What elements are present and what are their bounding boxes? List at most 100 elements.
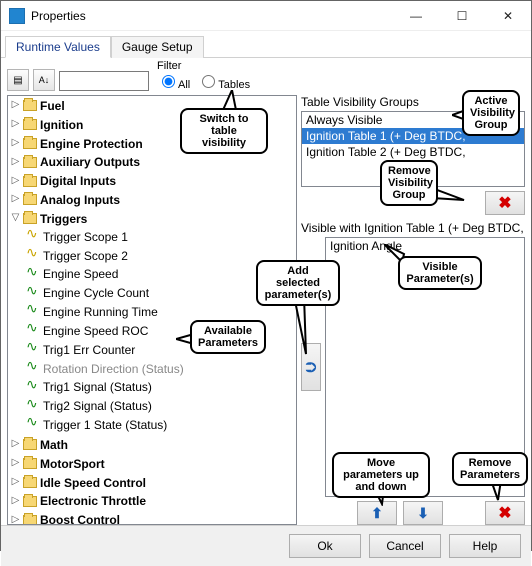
- filter-all-radio[interactable]: [162, 75, 175, 88]
- tree-fuel[interactable]: Fuel: [10, 96, 296, 115]
- tree-aux-outputs[interactable]: Auxiliary Outputs: [10, 152, 296, 171]
- toolbar: ▤ A↓ Filter All Tables: [1, 58, 531, 93]
- visibility-groups-label: Table Visibility Groups: [301, 95, 525, 109]
- tree-trigger-scope-1[interactable]: Trigger Scope 1: [26, 227, 296, 246]
- categorize-icon: ▤: [13, 75, 22, 86]
- tree-trig1-signal[interactable]: Trig1 Signal (Status): [26, 377, 296, 396]
- right-column: Table Visibility Groups Always Visible I…: [301, 95, 525, 525]
- maximize-button[interactable]: ☐: [439, 1, 485, 31]
- sort-icon: A↓: [39, 75, 50, 85]
- maximize-icon: ☐: [457, 9, 468, 23]
- arrow-up-icon: ⬆: [371, 505, 383, 522]
- wave-icon: [26, 325, 40, 336]
- tree-rotation-direction[interactable]: Rotation Direction (Status): [26, 359, 296, 378]
- visible-with-label: Visible with Ignition Table 1 (+ Deg BTD…: [301, 221, 525, 235]
- close-button[interactable]: ✕: [485, 1, 531, 31]
- search-input[interactable]: [59, 71, 149, 91]
- wave-icon: [26, 363, 40, 374]
- tree-ignition[interactable]: Ignition: [10, 115, 296, 134]
- tab-runtime-values[interactable]: Runtime Values: [5, 36, 111, 58]
- add-param-column: ⮊: [301, 237, 321, 497]
- tree-electronic-throttle[interactable]: Electronic Throttle: [10, 491, 296, 510]
- tree-engine-cycle-count[interactable]: Engine Cycle Count: [26, 283, 296, 302]
- expand-icon[interactable]: [10, 515, 21, 525]
- folder-icon: [23, 458, 37, 469]
- filter-tables-radio[interactable]: [202, 75, 215, 88]
- param-ignition-angle[interactable]: Ignition Angle: [326, 238, 524, 254]
- minimize-icon: —: [410, 9, 422, 23]
- expand-icon[interactable]: [10, 458, 21, 469]
- titlebar: Properties — ☐ ✕: [1, 1, 531, 31]
- filter-all[interactable]: All: [157, 79, 190, 91]
- tree-trig1-err-counter[interactable]: Trig1 Err Counter: [26, 340, 296, 359]
- minimize-button[interactable]: —: [393, 1, 439, 31]
- close-icon: ✕: [503, 9, 513, 23]
- left-column: Fuel Ignition Engine Protection Auxiliar…: [7, 95, 297, 525]
- folder-icon: [23, 477, 37, 488]
- cancel-button[interactable]: Cancel: [369, 534, 441, 558]
- help-button[interactable]: Help: [449, 534, 521, 558]
- tree-motorsport[interactable]: MotorSport: [10, 454, 296, 473]
- tree-math[interactable]: Math: [10, 435, 296, 454]
- tree-triggers[interactable]: Triggers Trigger Scope 1 Trigger Scope 2…: [10, 209, 296, 435]
- move-down-button[interactable]: ⬇: [403, 501, 443, 525]
- arrow-down-icon: ⬇: [417, 505, 429, 522]
- wave-icon: [26, 382, 40, 393]
- ok-button[interactable]: Ok: [289, 534, 361, 558]
- tree-engine-speed[interactable]: Engine Speed: [26, 264, 296, 283]
- wave-icon: [26, 250, 40, 261]
- tab-strip: Runtime Values Gauge Setup: [1, 31, 531, 58]
- wave-icon: [26, 401, 40, 412]
- expand-icon[interactable]: [10, 496, 21, 507]
- group-always-visible[interactable]: Always Visible: [302, 112, 524, 128]
- remove-parameter-button[interactable]: ✖: [485, 501, 525, 525]
- delete-icon: ✖: [498, 503, 511, 523]
- visible-parameters-list[interactable]: Ignition Angle: [325, 237, 525, 497]
- expand-icon[interactable]: [10, 119, 21, 130]
- tree-trig2-signal[interactable]: Trig2 Signal (Status): [26, 396, 296, 415]
- wave-icon: [26, 231, 40, 242]
- wave-icon: [26, 419, 40, 430]
- tree-idle-speed[interactable]: Idle Speed Control: [10, 473, 296, 492]
- tree-trigger-scope-2[interactable]: Trigger Scope 2: [26, 246, 296, 265]
- folder-icon: [23, 176, 37, 187]
- wave-icon: [26, 306, 40, 317]
- tree-engine-speed-roc[interactable]: Engine Speed ROC: [26, 321, 296, 340]
- move-up-button[interactable]: ⬆: [357, 501, 397, 525]
- folder-icon: [23, 194, 37, 205]
- filter-tables[interactable]: Tables: [197, 79, 250, 91]
- folder-icon: [23, 100, 37, 111]
- collapse-icon[interactable]: [10, 213, 21, 224]
- tree-engine-running-time[interactable]: Engine Running Time: [26, 302, 296, 321]
- expand-icon[interactable]: [10, 138, 21, 149]
- dialog-footer: Ok Cancel Help: [1, 525, 531, 566]
- categorize-button[interactable]: ▤: [7, 69, 29, 91]
- wave-icon: [26, 269, 40, 280]
- filter-group: Filter All Tables: [157, 60, 254, 91]
- expand-icon[interactable]: [10, 439, 21, 450]
- expand-icon[interactable]: [10, 477, 21, 488]
- expand-icon[interactable]: [10, 157, 21, 168]
- app-icon: [9, 8, 25, 24]
- folder-icon: [23, 496, 37, 507]
- group-ignition-table-2[interactable]: Ignition Table 2 (+ Deg BTDC,: [302, 144, 524, 160]
- remove-group-button[interactable]: ✖: [485, 191, 525, 215]
- parameter-tree[interactable]: Fuel Ignition Engine Protection Auxiliar…: [7, 95, 297, 525]
- folder-icon: [23, 119, 37, 130]
- tree-trigger1-state[interactable]: Trigger 1 State (Status): [26, 415, 296, 434]
- folder-icon: [23, 138, 37, 149]
- expand-icon[interactable]: [10, 176, 21, 187]
- group-ignition-table-1[interactable]: Ignition Table 1 (+ Deg BTDC,: [302, 128, 524, 144]
- tree-engine-protection[interactable]: Engine Protection: [10, 134, 296, 153]
- tree-digital-inputs[interactable]: Digital Inputs: [10, 171, 296, 190]
- filter-label: Filter: [157, 60, 254, 72]
- expand-icon[interactable]: [10, 100, 21, 111]
- sort-button[interactable]: A↓: [33, 69, 55, 91]
- tree-analog-inputs[interactable]: Analog Inputs: [10, 190, 296, 209]
- tree-boost-control[interactable]: Boost Control: [10, 510, 296, 525]
- visibility-groups-list[interactable]: Always Visible Ignition Table 1 (+ Deg B…: [301, 111, 525, 187]
- wave-icon: [26, 344, 40, 355]
- add-parameter-button[interactable]: ⮊: [301, 343, 321, 391]
- expand-icon[interactable]: [10, 194, 21, 205]
- tab-gauge-setup[interactable]: Gauge Setup: [111, 36, 204, 58]
